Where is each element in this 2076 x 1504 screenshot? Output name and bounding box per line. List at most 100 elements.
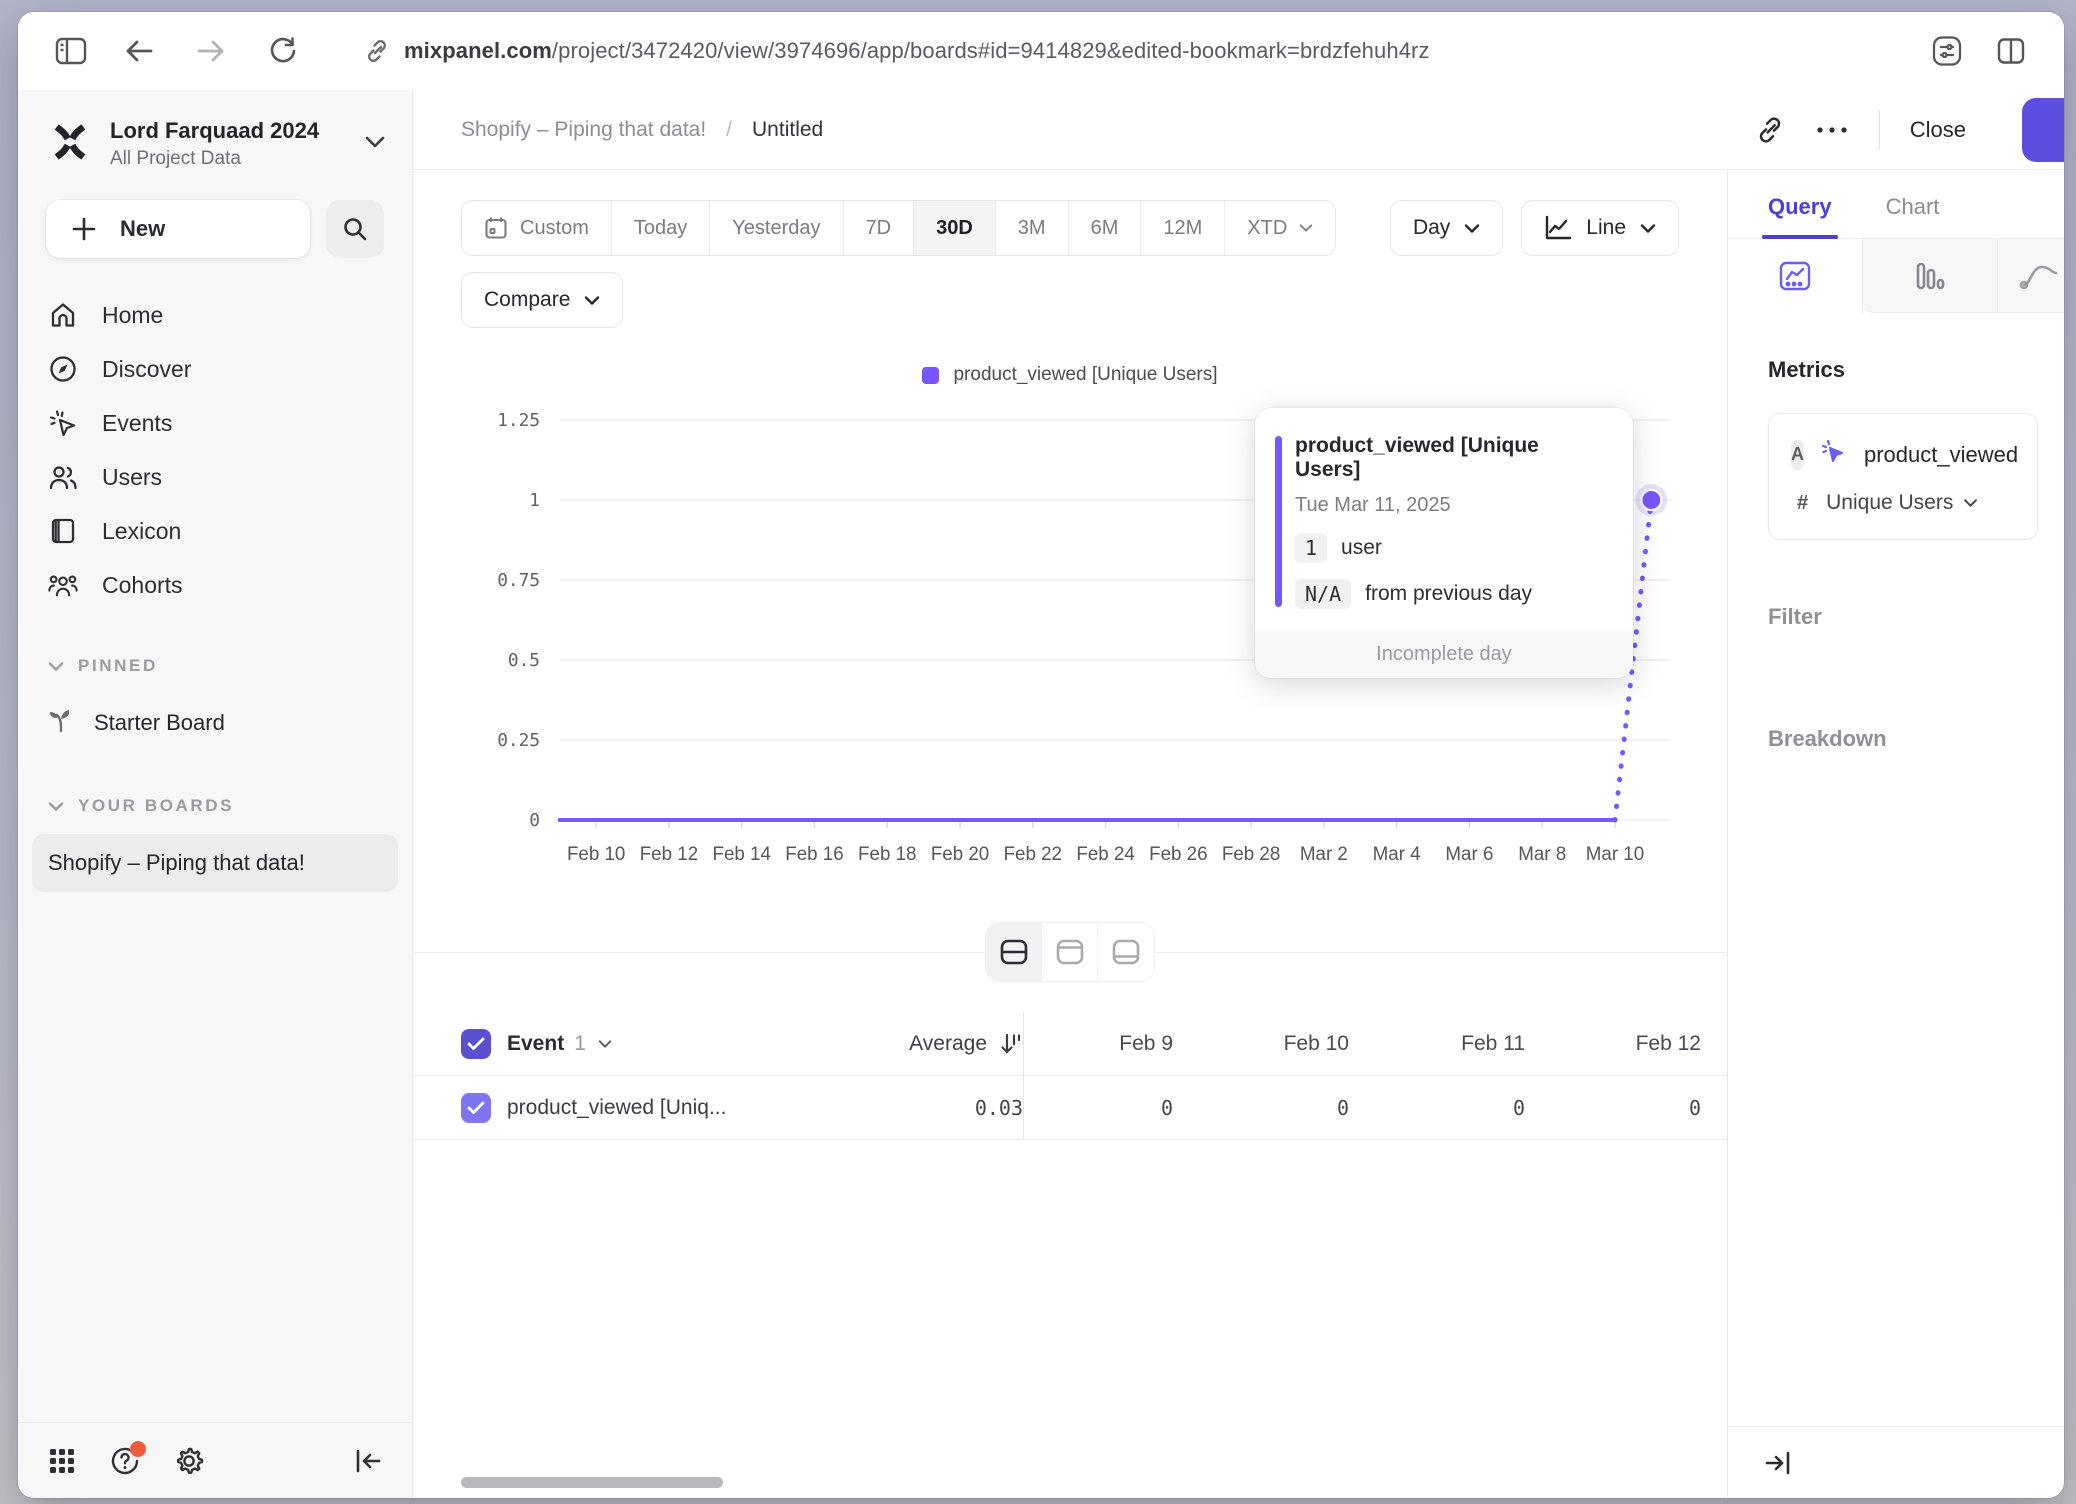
project-scope: All Project Data (110, 148, 346, 170)
collapse-sidebar-icon[interactable] (354, 1448, 382, 1474)
sidebar-item-events[interactable]: Events (32, 396, 398, 450)
notification-dot (130, 1441, 146, 1457)
sidebar-item-board-shopify[interactable]: Shopify – Piping that data! (32, 834, 398, 892)
svg-text:Mar 2: Mar 2 (1300, 844, 1348, 865)
range-label: 30D (936, 217, 973, 240)
tooltip-delta-label: from previous day (1365, 582, 1532, 606)
your-boards-section-header[interactable]: YOUR BOARDS (18, 796, 412, 816)
tooltip-date: Tue Mar 11, 2025 (1295, 494, 1607, 517)
metric-aggregation-dropdown[interactable]: Unique Users (1826, 491, 1978, 515)
back-icon[interactable] (116, 28, 162, 74)
settings-gear-icon[interactable] (174, 1446, 204, 1476)
funnels-report-tab[interactable] (1863, 239, 1998, 313)
more-options-icon[interactable] (1815, 125, 1849, 135)
layout-table-only-toggle[interactable] (1098, 923, 1154, 981)
average-column-header[interactable]: Average (813, 1012, 1023, 1076)
url-domain: mixpanel.com (404, 38, 552, 63)
range-today-button[interactable]: Today (612, 201, 710, 255)
chevron-down-icon (48, 801, 64, 812)
query-panel: Query Chart (1727, 170, 2064, 1498)
date-column-header: Feb 12 (1551, 1012, 1727, 1076)
range-6m-button[interactable]: 6M (1069, 201, 1142, 255)
retention-flow-icon (2018, 259, 2058, 293)
discover-compass-icon (48, 355, 78, 383)
help-icon[interactable] (110, 1446, 140, 1476)
search-button[interactable] (326, 200, 384, 258)
tooltip-title: product_viewed [Unique Users] (1295, 434, 1607, 482)
your-boards-section-label: YOUR BOARDS (78, 796, 234, 816)
row-average-value: 0.03 (813, 1076, 1023, 1140)
sidebar-item-lexicon[interactable]: Lexicon (32, 504, 398, 558)
event-column-header[interactable]: Event 1 (507, 1012, 813, 1076)
sidebar-item-discover[interactable]: Discover (32, 342, 398, 396)
granularity-dropdown[interactable]: Day (1390, 200, 1503, 256)
metric-card[interactable]: A product_viewed (1768, 413, 2038, 540)
chevron-down-icon (48, 661, 64, 672)
insights-report-tab[interactable] (1728, 239, 1863, 313)
sidebar-item-home[interactable]: Home (32, 288, 398, 342)
url-link-icon (364, 38, 390, 64)
split-view-icon[interactable] (1988, 28, 2034, 74)
retention-report-tab[interactable] (1998, 239, 2064, 313)
pinned-section-header[interactable]: PINNED (18, 656, 412, 676)
layout-chart-only-toggle[interactable] (1042, 923, 1098, 981)
range-7d-button[interactable]: 7D (844, 201, 915, 255)
sidebar-actions: New (18, 182, 412, 268)
range-yesterday-button[interactable]: Yesterday (710, 201, 843, 255)
range-label: 7D (866, 217, 892, 240)
range-custom-button[interactable]: Custom (462, 201, 612, 255)
collapse-panel-icon[interactable] (1764, 1450, 1792, 1476)
select-all-checkbox-cell[interactable] (413, 1012, 507, 1076)
breadcrumb-page-title[interactable]: Untitled (752, 118, 823, 142)
chevron-down-icon (1963, 498, 1978, 508)
sidebar-item-label: Cohorts (102, 572, 183, 599)
svg-text:Feb 14: Feb 14 (713, 844, 771, 865)
event-header-label: Event (507, 1032, 564, 1056)
range-label: 3M (1018, 217, 1046, 240)
sidebar-item-users[interactable]: Users (32, 450, 398, 504)
select-all-checkbox[interactable] (461, 1029, 491, 1059)
sidebar-item-starter-board[interactable]: Starter Board (32, 694, 398, 752)
sidebar-item-cohorts[interactable]: Cohorts (32, 558, 398, 612)
chart-type-label: Line (1586, 216, 1626, 240)
chart-area: product_viewed [Unique Users] 00.250.50.… (413, 328, 1727, 892)
event-spark-icon (1820, 438, 1848, 471)
svg-text:Feb 24: Feb 24 (1076, 844, 1134, 865)
report-header: Shopify – Piping that data! / Untitled (413, 90, 2064, 170)
tab-query[interactable]: Query (1768, 194, 1832, 238)
compare-dropdown[interactable]: Compare (461, 272, 623, 328)
layout-split-toggle[interactable] (986, 923, 1042, 981)
browser-toolbar: mixpanel.com/project/3472420/view/397469… (18, 12, 2064, 90)
close-button[interactable]: Close (1910, 117, 1966, 143)
legend-label: product_viewed [Unique Users] (953, 364, 1217, 386)
desktop-background: mixpanel.com/project/3472420/view/397469… (0, 0, 2076, 1504)
breadcrumb-board[interactable]: Shopify – Piping that data! (461, 118, 706, 142)
new-button[interactable]: New (46, 200, 310, 258)
row-event-name: product_viewed [Uniq... (507, 1076, 813, 1140)
layout-toggle-group (985, 922, 1155, 982)
range-xtd-button[interactable]: XTD (1225, 201, 1335, 255)
apps-grid-icon[interactable] (48, 1447, 76, 1475)
chart-type-dropdown[interactable]: Line (1521, 200, 1679, 256)
range-12m-button[interactable]: 12M (1141, 201, 1225, 255)
tab-chart[interactable]: Chart (1886, 194, 1940, 238)
forward-icon[interactable] (188, 28, 234, 74)
pinned-section-label: PINNED (78, 656, 158, 676)
range-30d-button[interactable]: 30D (914, 201, 996, 255)
save-button-partial[interactable] (2022, 98, 2064, 162)
browser-sidebar-toggle-icon[interactable] (48, 28, 94, 74)
event-count: 1 (574, 1032, 586, 1056)
page-settings-icon[interactable] (1924, 28, 1970, 74)
row-checkbox-cell[interactable] (413, 1076, 507, 1140)
range-3m-button[interactable]: 3M (996, 201, 1069, 255)
project-switcher[interactable]: Lord Farquaad 2024 All Project Data (18, 90, 412, 182)
tooltip-delta: N/A (1295, 579, 1351, 609)
row-checkbox[interactable] (461, 1093, 491, 1123)
reload-icon[interactable] (260, 28, 306, 74)
compare-label: Compare (484, 288, 570, 312)
copy-link-icon[interactable] (1755, 115, 1785, 145)
granularity-label: Day (1413, 216, 1450, 240)
address-bar[interactable]: mixpanel.com/project/3472420/view/397469… (364, 38, 1916, 64)
sidebar-item-label: Discover (102, 356, 191, 383)
horizontal-scrollbar[interactable] (461, 1477, 723, 1488)
